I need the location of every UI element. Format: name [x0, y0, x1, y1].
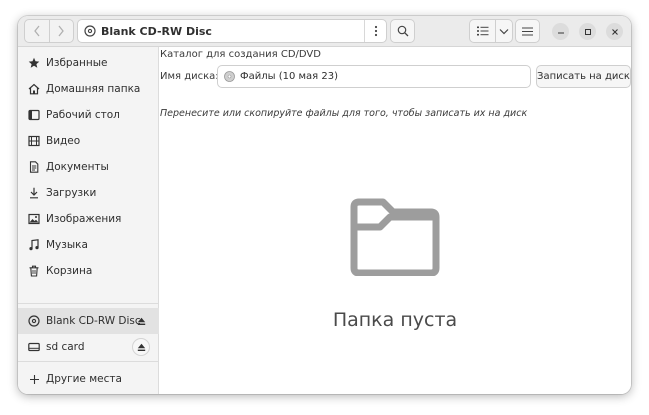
main-content: Каталог для создания CD/DVD Имя диска: Ф…	[159, 47, 631, 394]
vertical-dots-icon	[374, 25, 377, 37]
sidebar-item-sd-card[interactable]: sd card	[18, 334, 159, 360]
close-icon	[611, 28, 618, 35]
disc-icon	[224, 71, 235, 82]
empty-folder-text: Папка пуста	[332, 309, 458, 331]
desktop-icon	[27, 108, 41, 122]
sidebar-item-label: Музыка	[46, 239, 88, 251]
header-bar: Blank CD-RW Disc	[18, 16, 631, 47]
sidebar-item-label: sd card	[46, 341, 85, 353]
sidebar-item-label: Документы	[46, 161, 109, 173]
list-view-button[interactable]	[470, 20, 496, 42]
drop-hint-text: Перенесите или скопируйте файлы для того…	[160, 108, 528, 119]
plus-icon	[27, 372, 41, 386]
cd-creator-title: Каталог для создания CD/DVD	[160, 49, 321, 60]
disc-icon	[84, 25, 96, 37]
maximize-icon	[584, 28, 591, 35]
sidebar-item-label: Blank CD-RW Disc	[46, 315, 141, 327]
maximize-button[interactable]	[579, 23, 596, 40]
sidebar-item-label: Другие места	[46, 373, 122, 385]
sidebar-divider	[18, 361, 159, 362]
home-icon	[27, 82, 41, 96]
sidebar-item-documents[interactable]: Документы	[18, 154, 159, 180]
disk-name-label: Имя диска:	[160, 71, 219, 82]
star-icon	[27, 56, 41, 70]
sidebar-divider	[18, 303, 159, 304]
sidebar-item-starred[interactable]: Избранные	[18, 50, 159, 76]
minimize-icon	[557, 32, 564, 33]
view-switcher	[469, 19, 513, 43]
view-options-dropdown[interactable]	[496, 20, 512, 42]
sidebar-item-label: Избранные	[46, 57, 108, 69]
sidebar: Избранные Домашняя папка Рабочий стол Ви…	[18, 47, 159, 394]
music-icon	[27, 238, 41, 252]
sidebar-item-pictures[interactable]: Изображения	[18, 206, 159, 232]
sidebar-item-label: Корзина	[46, 265, 93, 277]
image-icon	[27, 212, 41, 226]
disc-icon	[27, 314, 41, 328]
sidebar-item-desktop[interactable]: Рабочий стол	[18, 102, 159, 128]
disk-name-field[interactable]: Файлы (10 мая 23)	[217, 65, 531, 88]
minimize-button[interactable]	[552, 23, 569, 40]
sidebar-item-label: Домашняя папка	[46, 83, 141, 95]
navigation-buttons	[24, 19, 74, 43]
chevron-left-icon	[33, 25, 40, 37]
disk-name-value[interactable]: Файлы (10 мая 23)	[240, 71, 338, 82]
sidebar-item-home[interactable]: Домашняя папка	[18, 76, 159, 102]
trash-icon	[27, 264, 41, 278]
folder-icon	[350, 198, 440, 276]
eject-button[interactable]	[132, 312, 150, 330]
chevron-right-icon	[58, 25, 65, 37]
sidebar-item-videos[interactable]: Видео	[18, 128, 159, 154]
forward-button[interactable]	[48, 20, 74, 42]
close-button[interactable]	[606, 23, 623, 40]
sidebar-item-other-locations[interactable]: Другие места	[18, 366, 159, 392]
eject-icon	[137, 317, 145, 325]
drive-icon	[27, 340, 41, 354]
main-menu-button[interactable]	[515, 19, 540, 43]
sidebar-item-label: Загрузки	[46, 187, 97, 199]
sidebar-item-blank-cd-rw-disc[interactable]: Blank CD-RW Disc	[18, 308, 159, 334]
sidebar-item-trash[interactable]: Корзина	[18, 258, 159, 284]
location-label[interactable]: Blank CD-RW Disc	[101, 25, 364, 38]
search-icon	[397, 25, 408, 37]
hamburger-menu-icon	[522, 27, 533, 35]
sidebar-item-label: Видео	[46, 135, 81, 147]
location-bar[interactable]: Blank CD-RW Disc	[77, 19, 387, 43]
list-view-icon	[476, 26, 488, 36]
file-manager-window: Blank CD-RW Disc Избранные Домашняя папк…	[18, 16, 631, 394]
search-button[interactable]	[390, 19, 415, 43]
sidebar-item-label: Изображения	[46, 213, 122, 225]
video-icon	[27, 134, 41, 148]
burn-to-disc-button[interactable]: Записать на диск	[536, 65, 631, 88]
sidebar-item-label: Рабочий стол	[46, 109, 120, 121]
download-icon	[27, 186, 41, 200]
back-button[interactable]	[25, 20, 49, 42]
eject-icon	[137, 343, 145, 351]
document-icon	[27, 160, 41, 174]
sidebar-item-downloads[interactable]: Загрузки	[18, 180, 159, 206]
eject-button[interactable]	[132, 338, 150, 356]
location-menu-button[interactable]	[364, 20, 386, 42]
chevron-down-icon	[499, 28, 509, 34]
sidebar-item-music[interactable]: Музыка	[18, 232, 159, 258]
